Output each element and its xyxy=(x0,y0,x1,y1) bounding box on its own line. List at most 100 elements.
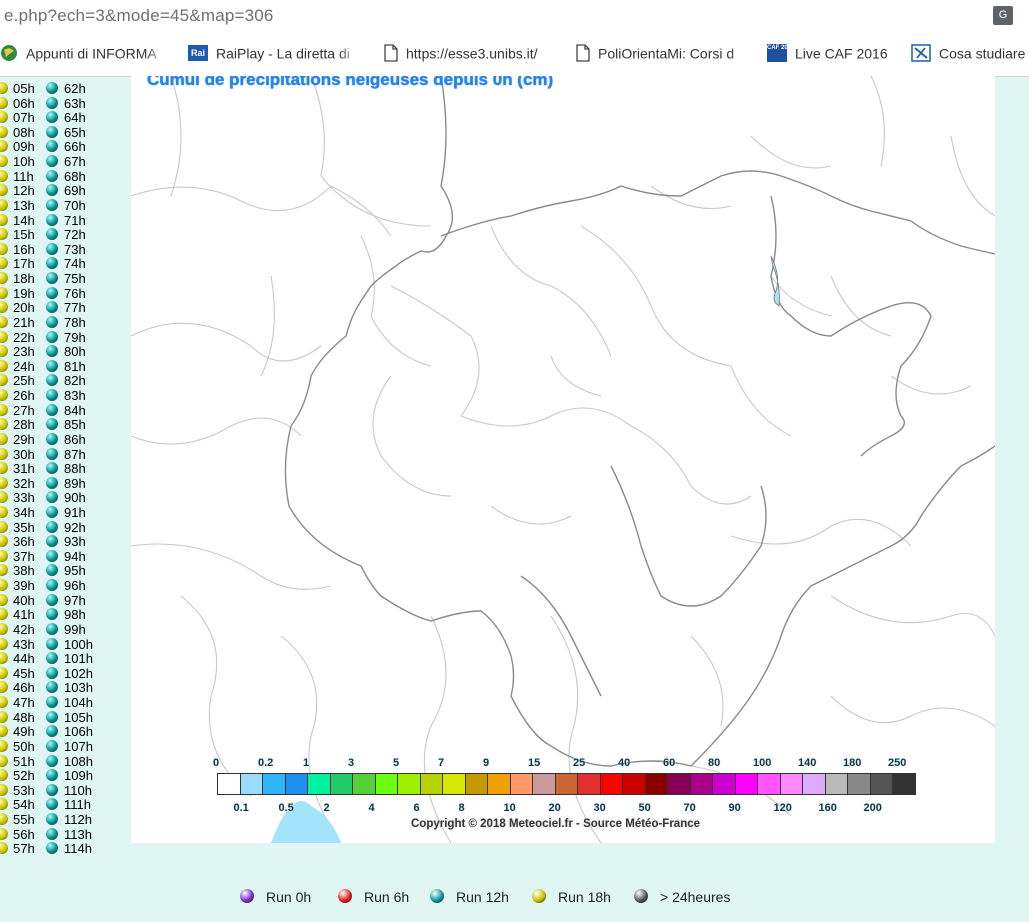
forecast-hour-link[interactable]: 64h xyxy=(64,110,86,125)
forecast-hour-link[interactable]: 41h xyxy=(13,607,35,622)
run-dot-icon[interactable] xyxy=(430,889,444,903)
teal-run-dot-icon[interactable] xyxy=(46,272,58,285)
forecast-hour-link[interactable]: 113h xyxy=(64,827,92,842)
forecast-hour-link[interactable]: 89h xyxy=(64,476,86,491)
forecast-hour-link[interactable]: 05h xyxy=(13,81,35,96)
yellow-run-dot-icon[interactable] xyxy=(0,403,8,416)
yellow-run-dot-icon[interactable] xyxy=(0,330,8,343)
forecast-hour-link[interactable]: 49h xyxy=(13,724,35,739)
forecast-hour-link[interactable]: 27h xyxy=(13,403,35,418)
teal-run-dot-icon[interactable] xyxy=(46,593,58,606)
yellow-run-dot-icon[interactable] xyxy=(0,169,8,182)
teal-run-dot-icon[interactable] xyxy=(46,535,58,548)
forecast-hour-link[interactable]: 11h xyxy=(13,169,34,184)
teal-run-dot-icon[interactable] xyxy=(46,374,58,387)
teal-run-dot-icon[interactable] xyxy=(46,169,58,182)
yellow-run-dot-icon[interactable] xyxy=(0,418,8,431)
teal-run-dot-icon[interactable] xyxy=(46,783,58,796)
forecast-hour-link[interactable]: 82h xyxy=(64,373,86,388)
forecast-hour-link[interactable]: 110h xyxy=(64,783,92,798)
forecast-hour-link[interactable]: 12h xyxy=(13,183,35,198)
forecast-hour-link[interactable]: 77h xyxy=(64,300,86,315)
teal-run-dot-icon[interactable] xyxy=(46,140,58,153)
yellow-run-dot-icon[interactable] xyxy=(0,184,8,197)
forecast-hour-link[interactable]: 18h xyxy=(13,271,35,286)
yellow-run-dot-icon[interactable] xyxy=(0,710,8,723)
teal-run-dot-icon[interactable] xyxy=(46,213,58,226)
run-dot-icon[interactable] xyxy=(338,889,352,903)
forecast-hour-link[interactable]: 63h xyxy=(64,96,86,111)
teal-run-dot-icon[interactable] xyxy=(46,725,58,738)
yellow-run-dot-icon[interactable] xyxy=(0,608,8,621)
forecast-hour-link[interactable]: 70h xyxy=(64,198,86,213)
forecast-hour-link[interactable]: 38h xyxy=(13,563,35,578)
forecast-hour-link[interactable]: 66h xyxy=(64,139,86,154)
forecast-hour-link[interactable]: 25h xyxy=(13,373,35,388)
forecast-hour-link[interactable]: 92h xyxy=(64,520,86,535)
yellow-run-dot-icon[interactable] xyxy=(0,140,8,153)
forecast-hour-link[interactable]: 69h xyxy=(64,183,86,198)
yellow-run-dot-icon[interactable] xyxy=(0,213,8,226)
yellow-run-dot-icon[interactable] xyxy=(0,549,8,562)
yellow-run-dot-icon[interactable] xyxy=(0,198,8,211)
yellow-run-dot-icon[interactable] xyxy=(0,696,8,709)
yellow-run-dot-icon[interactable] xyxy=(0,842,8,855)
forecast-hour-link[interactable]: 75h xyxy=(64,271,86,286)
forecast-hour-link[interactable]: 43h xyxy=(13,637,35,652)
forecast-hour-link[interactable]: 65h xyxy=(64,125,86,140)
yellow-run-dot-icon[interactable] xyxy=(0,96,8,109)
teal-run-dot-icon[interactable] xyxy=(46,389,58,402)
forecast-hour-link[interactable]: 19h xyxy=(13,286,35,301)
yellow-run-dot-icon[interactable] xyxy=(0,622,8,635)
forecast-hour-link[interactable]: 35h xyxy=(13,520,35,535)
yellow-run-dot-icon[interactable] xyxy=(0,754,8,767)
yellow-run-dot-icon[interactable] xyxy=(0,666,8,679)
yellow-run-dot-icon[interactable] xyxy=(0,462,8,475)
forecast-hour-link[interactable]: 83h xyxy=(64,388,86,403)
forecast-hour-link[interactable]: 24h xyxy=(13,359,35,374)
yellow-run-dot-icon[interactable] xyxy=(0,520,8,533)
forecast-hour-link[interactable]: 06h xyxy=(13,96,35,111)
forecast-hour-link[interactable]: 62h xyxy=(64,81,86,96)
yellow-run-dot-icon[interactable] xyxy=(0,155,8,168)
yellow-run-dot-icon[interactable] xyxy=(0,447,8,460)
forecast-hour-link[interactable]: 08h xyxy=(13,125,35,140)
forecast-hour-link[interactable]: 20h xyxy=(13,300,35,315)
forecast-hour-link[interactable]: 45h xyxy=(13,666,35,681)
forecast-hour-link[interactable]: 44h xyxy=(13,651,35,666)
teal-run-dot-icon[interactable] xyxy=(46,754,58,767)
yellow-run-dot-icon[interactable] xyxy=(0,769,8,782)
teal-run-dot-icon[interactable] xyxy=(46,549,58,562)
forecast-hour-link[interactable]: 73h xyxy=(64,242,86,257)
forecast-hour-link[interactable]: 46h xyxy=(13,680,35,695)
run-dot-icon[interactable] xyxy=(634,889,648,903)
yellow-run-dot-icon[interactable] xyxy=(0,111,8,124)
teal-run-dot-icon[interactable] xyxy=(46,462,58,475)
yellow-run-dot-icon[interactable] xyxy=(0,125,8,138)
teal-run-dot-icon[interactable] xyxy=(46,505,58,518)
teal-run-dot-icon[interactable] xyxy=(46,520,58,533)
yellow-run-dot-icon[interactable] xyxy=(0,315,8,328)
forecast-hour-link[interactable]: 23h xyxy=(13,344,35,359)
teal-run-dot-icon[interactable] xyxy=(46,491,58,504)
yellow-run-dot-icon[interactable] xyxy=(0,783,8,796)
forecast-hour-link[interactable]: 14h xyxy=(13,213,35,228)
forecast-hour-link[interactable]: 53h xyxy=(13,783,35,798)
teal-run-dot-icon[interactable] xyxy=(46,622,58,635)
forecast-hour-link[interactable]: 78h xyxy=(64,315,86,330)
teal-run-dot-icon[interactable] xyxy=(46,652,58,665)
forecast-hour-link[interactable]: 100h xyxy=(64,637,93,652)
teal-run-dot-icon[interactable] xyxy=(46,286,58,299)
yellow-run-dot-icon[interactable] xyxy=(0,593,8,606)
translate-icon[interactable]: G xyxy=(993,6,1013,25)
forecast-hour-link[interactable]: 52h xyxy=(13,768,35,783)
teal-run-dot-icon[interactable] xyxy=(46,330,58,343)
forecast-hour-link[interactable]: 50h xyxy=(13,739,35,754)
teal-run-dot-icon[interactable] xyxy=(46,842,58,855)
forecast-hour-link[interactable]: 81h xyxy=(64,359,86,374)
forecast-hour-link[interactable]: 16h xyxy=(13,242,35,257)
forecast-hour-link[interactable]: 111h xyxy=(64,797,91,812)
forecast-hour-link[interactable]: 40h xyxy=(13,593,35,608)
yellow-run-dot-icon[interactable] xyxy=(0,491,8,504)
forecast-hour-link[interactable]: 104h xyxy=(64,695,93,710)
